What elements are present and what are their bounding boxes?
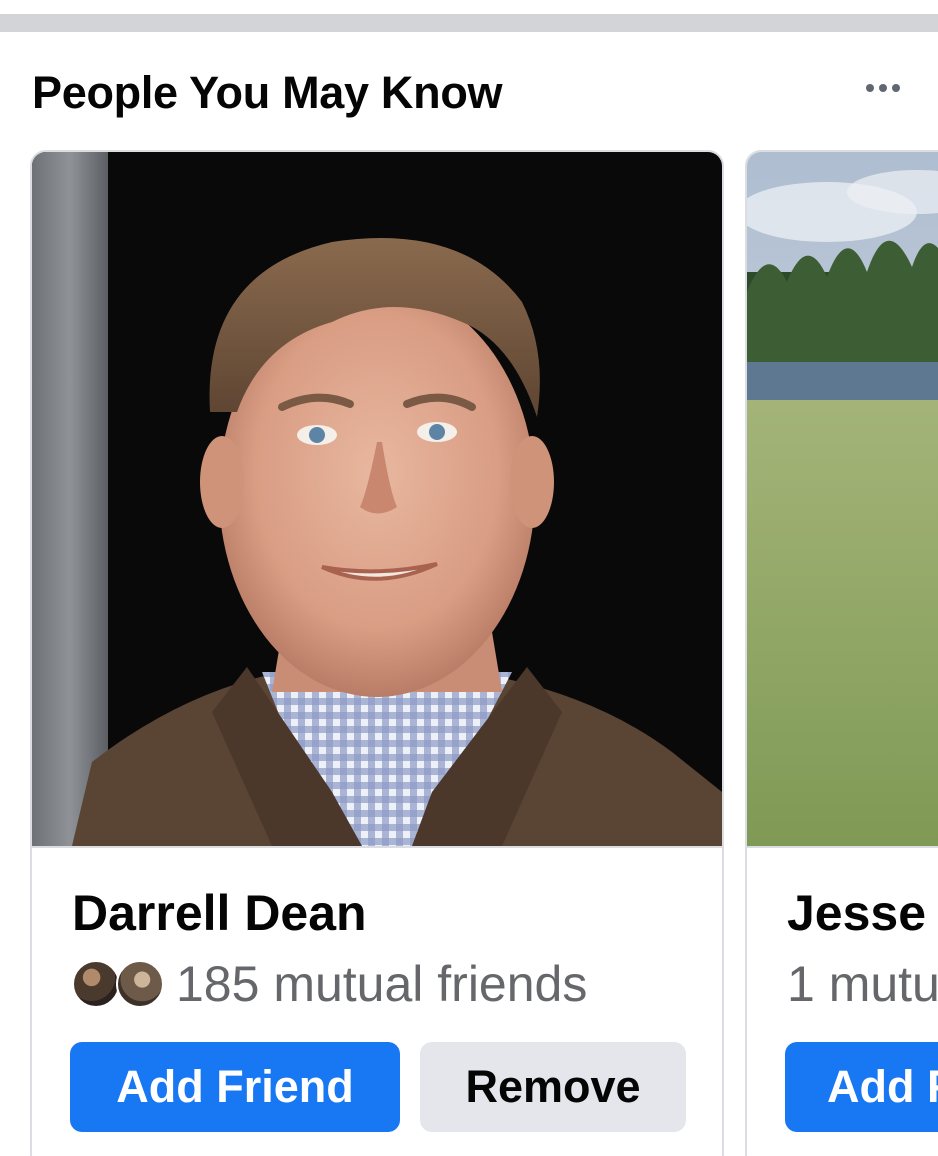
card-details: Jesse 1 mutu Add F (747, 846, 938, 1156)
section-divider (0, 14, 938, 32)
profile-photo[interactable] (32, 152, 722, 846)
remove-button[interactable]: Remove (420, 1042, 686, 1132)
profile-photo[interactable] (747, 152, 938, 846)
people-carousel[interactable]: Darrell Dean 185 mutual friends Add Frie… (0, 150, 938, 1156)
avatar (72, 960, 120, 1008)
more-options-button[interactable] (848, 68, 918, 108)
avatar (116, 960, 164, 1008)
section-title: People You May Know (32, 67, 503, 118)
add-friend-button[interactable]: Add F (785, 1042, 938, 1132)
more-horizontal-icon-dot (879, 84, 887, 92)
mutual-friends[interactable]: 1 mutu (787, 956, 938, 1012)
person-name[interactable]: Darrell Dean (72, 888, 367, 938)
mutual-friends-count: 1 mutu (787, 956, 938, 1012)
add-friend-button[interactable]: Add Friend (70, 1042, 400, 1132)
suggestion-card[interactable]: Jesse 1 mutu Add F (745, 150, 938, 1156)
mutual-friends-count: 185 mutual friends (176, 956, 588, 1012)
suggestion-card[interactable]: Darrell Dean 185 mutual friends Add Frie… (30, 150, 724, 1156)
person-name[interactable]: Jesse (787, 888, 926, 938)
more-horizontal-icon-dot (892, 84, 900, 92)
mutual-friends[interactable]: 185 mutual friends (72, 956, 587, 1012)
card-details: Darrell Dean 185 mutual friends Add Frie… (32, 846, 722, 1156)
more-horizontal-icon (866, 84, 874, 92)
mutual-friends-avatars (72, 958, 168, 1010)
